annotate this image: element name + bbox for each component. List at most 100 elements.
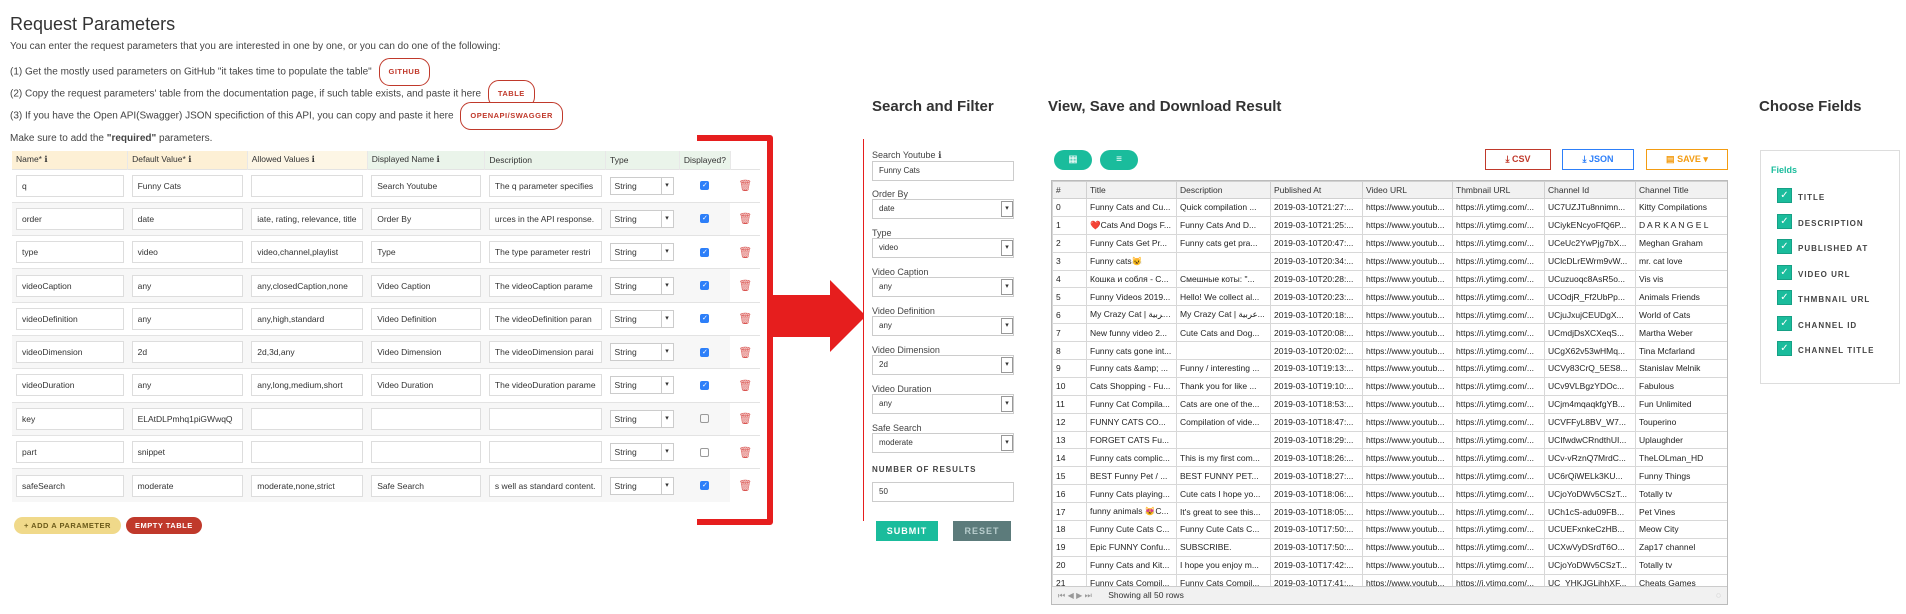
results-row[interactable]: 7 New funny video 2... Cute Cats and Dog..… xyxy=(1052,323,1727,343)
param-allowed-input[interactable]: video,channel,playlist xyxy=(251,241,364,264)
submit-button[interactable]: SUBMIT xyxy=(876,521,938,541)
param-displayed-name-input[interactable] xyxy=(371,441,481,464)
results-row[interactable]: 17 funny animals 😻C... It's great to see t… xyxy=(1052,502,1727,522)
filter-select[interactable]: any ▾ xyxy=(872,316,1014,336)
results-row[interactable]: 2 Funny Cats Get Pr... Funny cats get pra.… xyxy=(1052,233,1727,253)
param-type-select[interactable]: String ▾ xyxy=(609,409,674,428)
results-row[interactable]: 16 Funny Cats playing... Cute cats I hope … xyxy=(1052,484,1727,504)
param-displayed-name-input[interactable]: Search Youtube xyxy=(371,174,481,197)
param-type-select[interactable]: String ▾ xyxy=(609,309,674,328)
results-column-header[interactable]: # xyxy=(1052,181,1087,199)
param-default-input[interactable]: ELAtDLPmhq1piGWwqQ xyxy=(131,407,244,430)
param-description-input[interactable]: The videoDimension parai xyxy=(488,341,602,364)
param-allowed-input[interactable]: any,closedCaption,none xyxy=(251,274,364,297)
filter-select[interactable]: any ▾ xyxy=(872,277,1014,297)
results-row[interactable]: 19 Epic FUNNY Confu... SUBSCRIBE. 2019-03-1… xyxy=(1052,537,1727,557)
empty-table-button[interactable]: EMPTY TABLE xyxy=(126,517,202,534)
param-name-input[interactable]: q xyxy=(16,174,124,197)
check-icon[interactable]: ✓ xyxy=(1777,188,1792,204)
param-description-input[interactable]: The videoCaption parame xyxy=(488,274,602,297)
results-row[interactable]: 6 My Crazy Cat | عربية... My Crazy Cat | ع… xyxy=(1052,305,1727,325)
param-default-input[interactable]: moderate xyxy=(131,474,244,497)
param-description-input[interactable]: s well as standard content. xyxy=(488,474,602,497)
results-row[interactable]: 12 FUNNY CATS CO... Compilation of vide...… xyxy=(1052,412,1727,432)
param-default-input[interactable]: snippet xyxy=(131,441,244,464)
param-name-input[interactable]: key xyxy=(16,407,124,430)
param-allowed-input[interactable]: iate, rating, relevance, title xyxy=(251,207,364,230)
check-icon[interactable]: ✓ xyxy=(1777,239,1792,255)
results-row[interactable]: 0 Funny Cats and Cu... Quick compilation .… xyxy=(1052,198,1727,217)
param-default-input[interactable]: video xyxy=(131,241,244,264)
param-displayed-name-input[interactable]: Safe Search xyxy=(371,474,481,497)
check-icon[interactable]: ✓ xyxy=(1777,264,1792,280)
field-option[interactable]: ✓ VIDEO URL xyxy=(1777,264,1899,290)
param-default-input[interactable]: any xyxy=(131,374,244,397)
pager-prev-icon[interactable]: ◀ xyxy=(1068,587,1074,604)
number-of-results-input[interactable]: 50 xyxy=(872,482,1014,502)
param-type-select[interactable]: String ▾ xyxy=(609,243,674,262)
results-column-header[interactable]: Title xyxy=(1086,181,1177,199)
field-option[interactable]: ✓ CHANNEL TITLE xyxy=(1777,340,1899,366)
reset-button[interactable]: RESET xyxy=(953,521,1011,541)
results-row[interactable]: 10 Cats Shopping - Fu... Thank you for lik… xyxy=(1052,376,1727,396)
results-row[interactable]: 5 Funny Videos 2019... Hello! We collect a… xyxy=(1052,287,1727,307)
param-description-input[interactable]: urces in the API response. xyxy=(488,207,602,230)
param-allowed-input[interactable] xyxy=(251,441,364,464)
results-row[interactable]: 4 Кошка и собля - С... Смешные коты: "... 2… xyxy=(1052,269,1727,289)
param-name-input[interactable]: part xyxy=(16,441,124,464)
param-type-select[interactable]: String ▾ xyxy=(609,376,674,395)
param-default-input[interactable]: any xyxy=(131,274,244,297)
param-name-input[interactable]: videoCaption xyxy=(16,274,124,297)
param-allowed-input[interactable] xyxy=(251,407,364,430)
param-displayed-name-input[interactable]: Video Caption xyxy=(371,274,481,297)
pager-last-icon[interactable]: ⏭ xyxy=(1085,587,1092,604)
results-column-header[interactable]: Channel Title xyxy=(1635,181,1727,199)
results-row[interactable]: 9 Funny cats &amp; ... Funny / interesting… xyxy=(1052,359,1727,378)
field-option[interactable]: ✓ THMBNAIL URL xyxy=(1777,289,1899,315)
filter-select[interactable]: any ▾ xyxy=(872,394,1014,414)
param-type-select[interactable]: String ▾ xyxy=(609,443,674,462)
pager-first-icon[interactable]: ⏮ xyxy=(1058,587,1065,604)
param-type-select[interactable]: String ▾ xyxy=(609,176,674,195)
results-row[interactable]: 1 ❤️Cats And Dogs F... Funny Cats And D...… xyxy=(1052,215,1727,235)
filter-select[interactable]: video ▾ xyxy=(872,238,1014,258)
param-allowed-input[interactable]: 2d,3d,any xyxy=(251,341,364,364)
field-option[interactable]: ✓ PUBLISHED AT xyxy=(1777,238,1899,264)
param-name-input[interactable]: videoDefinition xyxy=(16,307,124,330)
field-option[interactable]: ✓ DESCRIPTION xyxy=(1777,213,1899,239)
grid-view-button[interactable]: ▦ xyxy=(1054,150,1092,170)
param-description-input[interactable] xyxy=(488,441,602,464)
results-row[interactable]: 11 Funny Cat Compila... Cats are one of th… xyxy=(1052,394,1727,414)
param-displayed-name-input[interactable] xyxy=(371,407,481,430)
param-default-input[interactable]: any xyxy=(131,307,244,330)
param-type-select[interactable]: String ▾ xyxy=(609,209,674,228)
param-default-input[interactable]: Funny Cats xyxy=(131,174,244,197)
filter-select[interactable]: moderate ▾ xyxy=(872,433,1014,453)
param-type-select[interactable]: String ▾ xyxy=(609,476,674,495)
pager-next-icon[interactable]: ▶ xyxy=(1076,587,1082,604)
param-displayed-name-input[interactable]: Video Definition xyxy=(371,307,481,330)
field-option[interactable]: ✓ CHANNEL ID xyxy=(1777,315,1899,341)
results-column-header[interactable]: Description xyxy=(1176,181,1271,199)
param-displayed-name-input[interactable]: Video Duration xyxy=(371,374,481,397)
param-default-input[interactable]: 2d xyxy=(131,341,244,364)
results-row[interactable]: 8 Funny cats gone int... 2019-03-10T20:02:… xyxy=(1052,341,1727,361)
filter-select[interactable]: date ▾ xyxy=(872,199,1014,219)
param-name-input[interactable]: order xyxy=(16,207,124,230)
chart-view-button[interactable]: ≡ xyxy=(1100,150,1138,170)
check-icon[interactable]: ✓ xyxy=(1777,341,1792,357)
results-row[interactable]: 3 Funny cats😺 2019-03-10T20:34:... https://… xyxy=(1052,251,1727,271)
param-allowed-input[interactable]: any,high,standard xyxy=(251,307,364,330)
check-icon[interactable]: ✓ xyxy=(1777,290,1792,306)
param-name-input[interactable]: videoDuration xyxy=(16,374,124,397)
param-default-input[interactable]: date xyxy=(131,207,244,230)
filter-select[interactable]: 2d ▾ xyxy=(872,355,1014,375)
check-icon[interactable]: ✓ xyxy=(1777,315,1792,331)
results-column-header[interactable]: Channel Id xyxy=(1544,181,1636,199)
param-type-select[interactable]: String ▾ xyxy=(609,343,674,362)
swagger-button[interactable]: OPENAPI/SWAGGER xyxy=(460,102,563,130)
json-button[interactable]: ⤓ JSON xyxy=(1562,149,1634,170)
param-description-input[interactable]: The videoDefinition paran xyxy=(488,307,602,330)
param-description-input[interactable]: The videoDuration parame xyxy=(488,374,602,397)
param-displayed-name-input[interactable]: Order By xyxy=(371,207,481,230)
